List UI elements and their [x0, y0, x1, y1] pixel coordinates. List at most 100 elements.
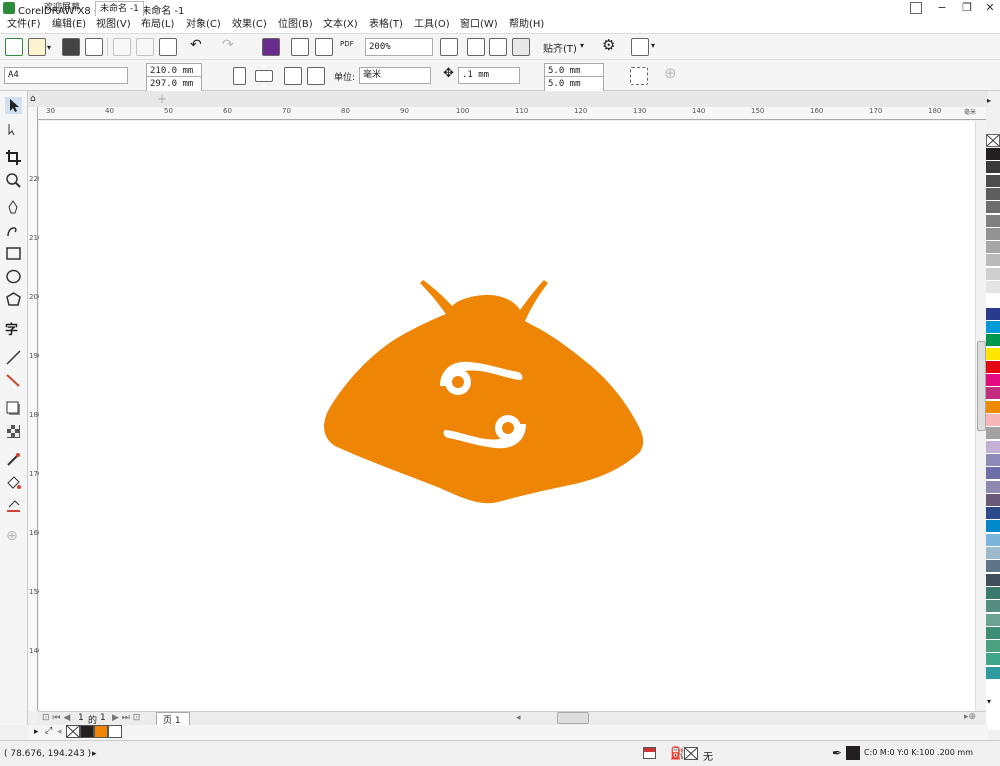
palette-swatch[interactable] — [986, 148, 1000, 161]
menu-bitmap[interactable]: 位图(B) — [278, 18, 313, 32]
smart-fill-tool-icon[interactable] — [5, 497, 22, 514]
print-icon[interactable] — [85, 38, 103, 56]
new-document-icon[interactable] — [5, 38, 23, 56]
rectangle-tool-icon[interactable] — [5, 245, 22, 262]
palette-swatch[interactable] — [986, 547, 1000, 560]
pick-tool-icon[interactable] — [5, 97, 22, 114]
polygon-tool-icon[interactable] — [5, 291, 22, 308]
palette-swatch[interactable] — [986, 214, 1000, 228]
menu-table[interactable]: 表格(T) — [369, 18, 403, 32]
full-screen-preview-icon[interactable] — [467, 38, 485, 56]
zoom-tool-icon[interactable] — [5, 172, 22, 189]
snap-dropdown-icon[interactable]: ▾ — [580, 41, 584, 50]
cut-icon[interactable] — [113, 38, 131, 56]
horizontal-ruler[interactable]: 30 40 50 60 70 80 90 100 110 120 130 140… — [38, 107, 986, 120]
ellipse-tool-icon[interactable] — [5, 268, 22, 285]
cancer-money-bag-artwork[interactable] — [39, 121, 986, 711]
palette-swatch[interactable] — [986, 387, 1000, 401]
zoom-to-page-icon[interactable] — [440, 38, 458, 56]
crop-tool-icon[interactable] — [5, 149, 22, 166]
status-arrow-icon[interactable]: ▸ — [92, 749, 97, 759]
landscape-icon[interactable] — [255, 70, 273, 82]
parallel-dimension-tool-icon[interactable] — [5, 349, 22, 366]
palette-swatch[interactable] — [986, 493, 1000, 507]
palette-swatch[interactable] — [986, 640, 1000, 654]
undo-icon[interactable]: ↶ — [190, 37, 202, 53]
duplicate-y-field[interactable]: 5.0 mm — [544, 76, 604, 92]
palette-swatch[interactable] — [986, 187, 1000, 201]
nudge-distance-field[interactable]: .1 mm — [458, 67, 520, 84]
drawing-canvas[interactable] — [39, 121, 986, 711]
palette-swatch[interactable] — [986, 613, 1000, 627]
open-dropdown-icon[interactable]: ▾ — [47, 43, 51, 52]
menu-edit[interactable]: 编辑(E) — [52, 18, 86, 32]
portrait-icon[interactable] — [233, 67, 246, 85]
palette-swatch[interactable] — [986, 560, 1000, 574]
menu-layout[interactable]: 布局(L) — [141, 18, 174, 32]
palette-swatch[interactable] — [986, 374, 1000, 388]
transparency-tool-icon[interactable] — [5, 423, 22, 440]
menu-file[interactable]: 文件(F) — [7, 18, 41, 32]
copy-icon[interactable] — [136, 38, 154, 56]
palette-swatch[interactable] — [986, 267, 1000, 281]
palette-swatch[interactable] — [986, 241, 1000, 255]
vertical-scroll-thumb[interactable] — [977, 341, 986, 431]
add-tool-icon[interactable]: ⊕ — [6, 528, 18, 544]
palette-swatch[interactable] — [986, 174, 1000, 188]
palette-swatch[interactable] — [986, 320, 1000, 334]
palette-swatch[interactable] — [986, 201, 1000, 215]
redo-icon[interactable]: ↷ — [222, 37, 234, 53]
palette-swatch[interactable] — [986, 467, 1000, 481]
launcher-dropdown-icon[interactable]: ▾ — [651, 41, 655, 50]
vertical-ruler[interactable]: 220 210 200 190 180 170 160 150 140 — [28, 107, 42, 711]
palette-swatch[interactable] — [986, 666, 1000, 680]
eyedropper-icon[interactable]: ⤢ — [45, 726, 52, 736]
snap-to-menu[interactable]: 贴齐(T) — [543, 40, 577, 55]
paste-icon[interactable] — [159, 38, 177, 56]
freehand-tool-icon[interactable] — [5, 199, 22, 216]
menu-view[interactable]: 视图(V) — [96, 18, 131, 32]
page-size-select[interactable]: A4 — [4, 67, 128, 84]
save-icon[interactable] — [62, 38, 80, 56]
palette-swatch[interactable] — [986, 347, 1000, 361]
doc-palette-scroll-icon[interactable]: ◂ — [57, 727, 62, 737]
palette-swatch[interactable] — [986, 507, 1000, 521]
palette-swatch[interactable] — [986, 573, 1000, 587]
palette-swatch[interactable] — [986, 414, 1000, 427]
eyedropper-tool-icon[interactable] — [5, 451, 22, 468]
minimize-button[interactable]: − — [930, 0, 954, 16]
palette-swatch[interactable] — [986, 520, 1000, 534]
shape-tool-icon[interactable] — [5, 121, 22, 138]
application-launcher-icon[interactable] — [631, 38, 649, 56]
gear-icon[interactable]: ⚙ — [602, 36, 615, 54]
palette-swatch[interactable] — [986, 294, 1000, 308]
palette-swatch[interactable] — [986, 453, 1000, 467]
scroll-left-icon[interactable]: ◂ — [516, 713, 521, 723]
tab-welcome-screen[interactable]: 欢迎屏幕 — [40, 1, 84, 16]
palette-swatch[interactable] — [986, 281, 1000, 294]
palette-swatch[interactable] — [986, 360, 1000, 374]
palette-swatch[interactable] — [986, 480, 1000, 494]
palette-swatch[interactable] — [986, 427, 1000, 441]
palette-swatch[interactable] — [986, 400, 1000, 414]
units-select[interactable]: 毫米 — [359, 67, 431, 84]
show-grid-icon[interactable] — [489, 38, 507, 56]
artistic-media-tool-icon[interactable] — [5, 222, 22, 239]
search-content-icon[interactable] — [262, 38, 280, 56]
palette-swatch[interactable] — [986, 227, 1000, 241]
treat-as-filled-icon[interactable] — [630, 67, 648, 85]
all-pages-icon[interactable] — [284, 67, 302, 85]
doc-swatch-orange[interactable] — [94, 725, 108, 738]
new-tab-icon[interactable]: + — [157, 92, 167, 106]
zoom-level-field[interactable]: 200% — [365, 38, 433, 56]
interactive-fill-tool-icon[interactable] — [5, 474, 22, 491]
page-nav-next-icons[interactable]: ▶ ⏭ ⊡ — [112, 713, 140, 723]
palette-swatch[interactable] — [986, 626, 1000, 640]
open-folder-icon[interactable] — [28, 38, 46, 56]
current-page-icon[interactable] — [307, 67, 325, 85]
close-button[interactable]: ✕ — [978, 0, 1000, 16]
menu-object[interactable]: 对象(C) — [186, 18, 221, 32]
palette-swatch[interactable] — [986, 254, 1000, 268]
add-property-icon[interactable]: ⊕ — [664, 64, 677, 82]
connector-tool-icon[interactable] — [5, 372, 22, 389]
